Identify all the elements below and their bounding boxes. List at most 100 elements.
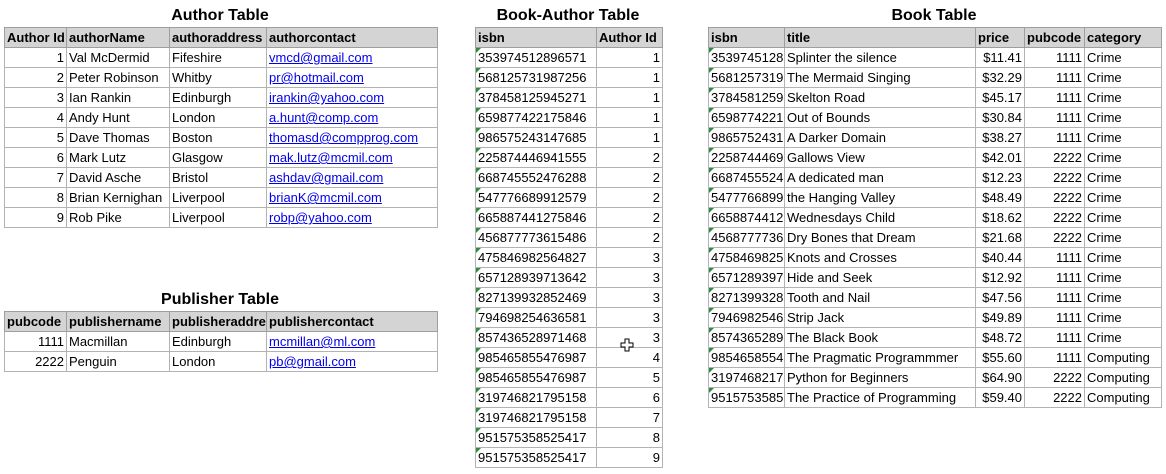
table-cell[interactable]: Crime (1084, 267, 1162, 288)
table-cell[interactable]: Dry Bones that Dream (784, 227, 976, 248)
table-cell[interactable]: $38.27 (975, 127, 1025, 148)
table-cell[interactable]: The Black Book (784, 327, 976, 348)
table-cell[interactable]: 659877422175846 (475, 107, 597, 128)
column-header[interactable]: pubcode (4, 311, 67, 332)
table-cell[interactable]: 1 (596, 127, 663, 148)
column-header[interactable]: price (975, 27, 1025, 48)
table-cell[interactable]: Crime (1084, 247, 1162, 268)
table-cell[interactable]: London (169, 351, 267, 372)
column-header[interactable]: Author Id (4, 27, 67, 48)
table-cell[interactable]: thomasd@compprog.com (266, 127, 438, 148)
table-cell[interactable]: 9515753585 (708, 387, 785, 408)
table-cell[interactable]: 1111 (1024, 327, 1085, 348)
table-cell[interactable]: Crime (1084, 147, 1162, 168)
column-header[interactable]: isbn (708, 27, 785, 48)
table-cell[interactable]: 1 (596, 47, 663, 68)
table-cell[interactable]: 6598774221 (708, 107, 785, 128)
table-cell[interactable]: 319746821795158 (475, 407, 597, 428)
table-cell[interactable]: The Mermaid Singing (784, 67, 976, 88)
table-cell[interactable]: Val McDermid (66, 47, 170, 68)
table-cell[interactable]: Crime (1084, 327, 1162, 348)
table-cell[interactable]: pb@gmail.com (266, 351, 438, 372)
column-header[interactable]: authoraddress (169, 27, 267, 48)
table-cell[interactable]: 378458125945271 (475, 87, 597, 108)
table-cell[interactable]: 1 (596, 107, 663, 128)
table-cell[interactable]: 8574365289 (708, 327, 785, 348)
table-cell[interactable]: Wednesdays Child (784, 207, 976, 228)
table-cell[interactable]: Tooth and Nail (784, 287, 976, 308)
table-cell[interactable]: 986575243147685 (475, 127, 597, 148)
table-cell[interactable]: A dedicated man (784, 167, 976, 188)
column-header[interactable]: publishercontact (266, 311, 438, 332)
email-link[interactable]: irankin@yahoo.com (269, 90, 384, 105)
table-cell[interactable]: 9 (4, 207, 67, 228)
email-link[interactable]: a.hunt@comp.com (269, 110, 378, 125)
column-header[interactable]: Author Id (596, 27, 663, 48)
table-cell[interactable]: 4568777736 (708, 227, 785, 248)
table-cell[interactable]: 4758469825 (708, 247, 785, 268)
table-cell[interactable]: 6 (4, 147, 67, 168)
table-cell[interactable]: 2 (4, 67, 67, 88)
table-cell[interactable]: Crime (1084, 287, 1162, 308)
table-cell[interactable]: Macmillan (66, 331, 170, 352)
table-cell[interactable]: 2222 (1024, 187, 1085, 208)
table-cell[interactable]: 1 (4, 47, 67, 68)
table-cell[interactable]: $48.72 (975, 327, 1025, 348)
table-cell[interactable]: 665887441275846 (475, 207, 597, 228)
table-cell[interactable]: pr@hotmail.com (266, 67, 438, 88)
table-cell[interactable]: $48.49 (975, 187, 1025, 208)
email-link[interactable]: pr@hotmail.com (269, 70, 364, 85)
table-cell[interactable]: 3 (596, 247, 663, 268)
table-cell[interactable]: Rob Pike (66, 207, 170, 228)
column-header[interactable]: isbn (475, 27, 597, 48)
table-cell[interactable]: Computing (1084, 347, 1162, 368)
table-cell[interactable]: 951575358525417 (475, 427, 597, 448)
table-cell[interactable]: Hide and Seek (784, 267, 976, 288)
table-cell[interactable]: 568125731987256 (475, 67, 597, 88)
table-cell[interactable]: A Darker Domain (784, 127, 976, 148)
email-link[interactable]: thomasd@compprog.com (269, 130, 418, 145)
table-cell[interactable]: $12.23 (975, 167, 1025, 188)
table-cell[interactable]: 2 (596, 147, 663, 168)
table-cell[interactable]: 2 (596, 207, 663, 228)
table-cell[interactable]: 2222 (1024, 367, 1085, 388)
table-cell[interactable]: 2 (596, 187, 663, 208)
table-cell[interactable]: Brian Kernighan (66, 187, 170, 208)
table-cell[interactable]: David Asche (66, 167, 170, 188)
table-cell[interactable]: Glasgow (169, 147, 267, 168)
table-cell[interactable]: 3539745128 (708, 47, 785, 68)
table-cell[interactable]: 475846982564827 (475, 247, 597, 268)
table-cell[interactable]: 319746821795158 (475, 387, 597, 408)
table-cell[interactable]: $49.89 (975, 307, 1025, 328)
table-cell[interactable]: Edinburgh (169, 331, 267, 352)
table-cell[interactable]: 7 (4, 167, 67, 188)
table-cell[interactable]: 3 (596, 267, 663, 288)
table-cell[interactable]: 5 (596, 367, 663, 388)
table-cell[interactable]: 6658874412 (708, 207, 785, 228)
column-header[interactable]: authorName (66, 27, 170, 48)
table-cell[interactable]: 1111 (4, 331, 67, 352)
table-cell[interactable]: Crime (1084, 207, 1162, 228)
table-cell[interactable]: 2258744469 (708, 147, 785, 168)
table-cell[interactable]: 1111 (1024, 67, 1085, 88)
table-cell[interactable]: 7 (596, 407, 663, 428)
table-cell[interactable]: 1111 (1024, 127, 1085, 148)
table-cell[interactable]: Crime (1084, 127, 1162, 148)
table-cell[interactable]: 6571289397 (708, 267, 785, 288)
table-cell[interactable]: Fifeshire (169, 47, 267, 68)
column-header[interactable]: authorcontact (266, 27, 438, 48)
table-cell[interactable]: vmcd@gmail.com (266, 47, 438, 68)
table-cell[interactable]: 2 (596, 167, 663, 188)
table-cell[interactable]: 857436528971468 (475, 327, 597, 348)
table-cell[interactable]: The Practice of Programming (784, 387, 976, 408)
table-cell[interactable]: Strip Jack (784, 307, 976, 328)
table-cell[interactable]: 1 (596, 87, 663, 108)
table-cell[interactable]: 2222 (1024, 227, 1085, 248)
table-cell[interactable]: Gallows View (784, 147, 976, 168)
table-cell[interactable]: 1 (596, 67, 663, 88)
table-cell[interactable]: Crime (1084, 87, 1162, 108)
table-cell[interactable]: Liverpool (169, 207, 267, 228)
table-cell[interactable]: 3784581259 (708, 87, 785, 108)
table-cell[interactable]: ashdav@gmail.com (266, 167, 438, 188)
table-cell[interactable]: 9865752431 (708, 127, 785, 148)
